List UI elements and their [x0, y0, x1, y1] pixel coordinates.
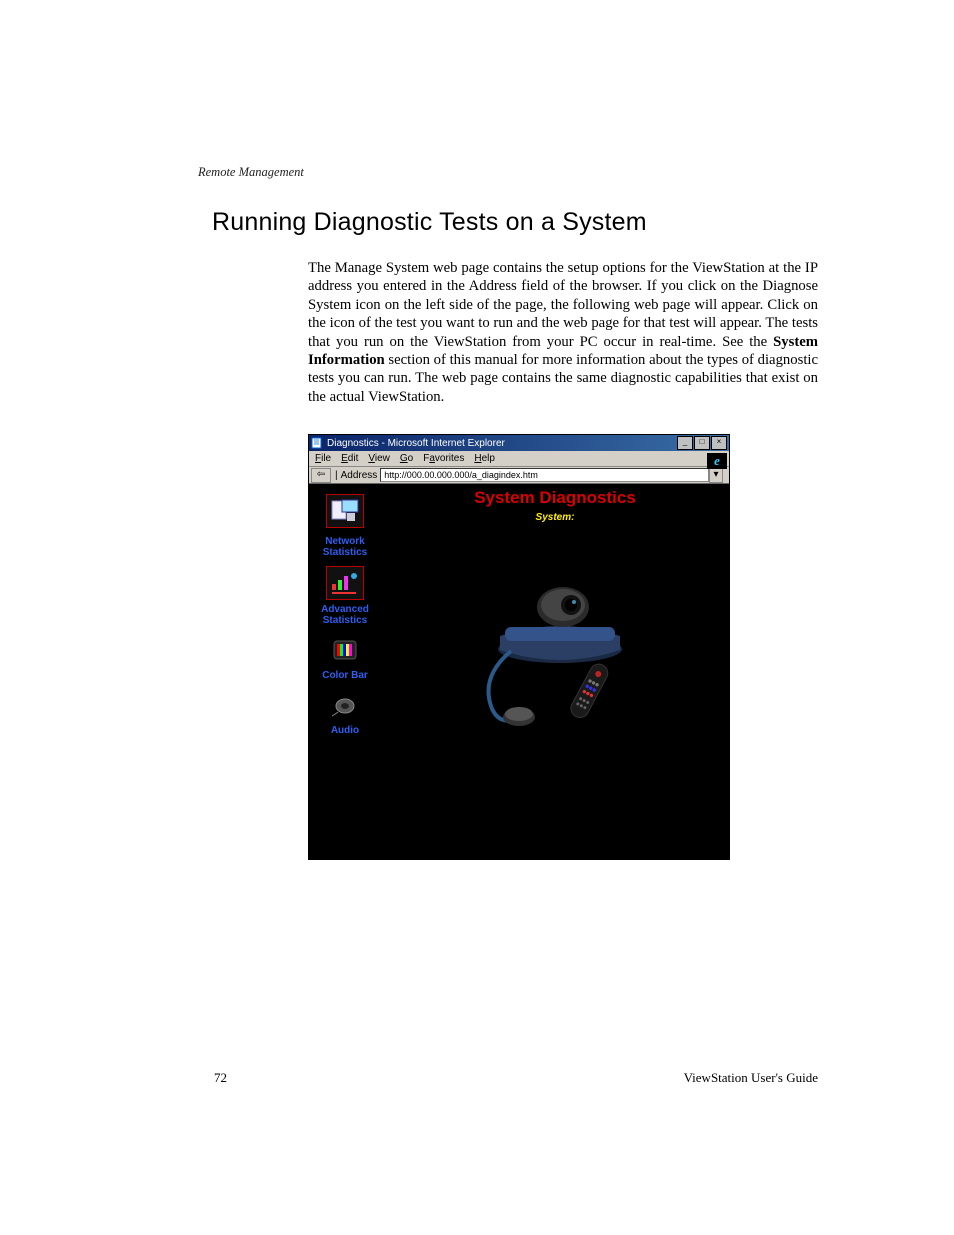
menu-favorites[interactable]: Favorites [423, 453, 464, 464]
ie-window: Diagnostics - Microsoft Internet Explore… [308, 434, 730, 860]
window-titlebar: Diagnostics - Microsoft Internet Explore… [309, 435, 729, 451]
advanced-stats-icon [326, 566, 364, 600]
system-info-icon [326, 494, 364, 528]
sidebar-label-colorbar: Color Bar [309, 670, 381, 681]
color-bar-icon [327, 634, 363, 666]
browser-content: ▴ ▾ ▴ Network Statistics [309, 484, 729, 859]
guide-name: ViewStation User's Guide [684, 1070, 818, 1086]
maximize-button[interactable]: □ [694, 436, 710, 450]
diagnostics-sidebar: Network Statistics Advanced Statistics [309, 484, 381, 859]
page-footer: 72 ViewStation User's Guide [214, 1070, 818, 1086]
sidebar-item-audio[interactable]: Audio [309, 689, 381, 736]
sidebar-item-color-bar[interactable]: Color Bar [309, 634, 381, 681]
address-label: Address [341, 470, 378, 481]
page-subheading: System: [381, 512, 729, 523]
menu-edit[interactable]: Edit [341, 453, 358, 464]
page-heading: System Diagnostics [381, 488, 729, 508]
menubar: File Edit View Go Favorites Help [309, 451, 729, 467]
body-pre: The Manage System web page contains the … [308, 260, 818, 350]
page-number: 72 [214, 1070, 227, 1086]
diagnostics-main: System Diagnostics System: [381, 484, 729, 859]
sidebar-label-network: Network Statistics [309, 536, 381, 558]
menu-go[interactable]: Go [400, 453, 413, 464]
audio-icon [327, 689, 363, 721]
ie-logo-icon: e [707, 453, 727, 469]
address-bar: ⇦ | Address http://000.00.000.000/a_diag… [309, 467, 729, 484]
menu-view[interactable]: View [368, 453, 390, 464]
viewstation-device-image [455, 541, 655, 721]
address-dropdown[interactable]: ▾ [709, 468, 723, 483]
running-head: Remote Management [198, 165, 818, 180]
back-button[interactable]: ⇦ [311, 468, 331, 483]
menu-file[interactable]: File [315, 453, 331, 464]
sidebar-item-advanced-stats[interactable]: Advanced Statistics [309, 566, 381, 626]
sep: | [335, 470, 338, 481]
close-button[interactable]: × [711, 436, 727, 450]
section-title: Running Diagnostic Tests on a System [212, 208, 818, 237]
sidebar-item-system-info[interactable] [309, 494, 381, 528]
sidebar-label-advanced: Advanced Statistics [309, 604, 381, 626]
body-paragraph: The Manage System web page contains the … [308, 259, 818, 406]
menu-help[interactable]: Help [474, 453, 495, 464]
minimize-button[interactable]: _ [677, 436, 693, 450]
ie-page-icon [311, 437, 323, 449]
window-title: Diagnostics - Microsoft Internet Explore… [327, 438, 676, 449]
address-input[interactable]: http://000.00.000.000/a_diagindex.htm [380, 468, 709, 482]
sidebar-label-audio: Audio [309, 725, 381, 736]
body-post: section of this manual for more informat… [308, 352, 818, 405]
sidebar-item-network-stats[interactable]: Network Statistics [309, 536, 381, 558]
